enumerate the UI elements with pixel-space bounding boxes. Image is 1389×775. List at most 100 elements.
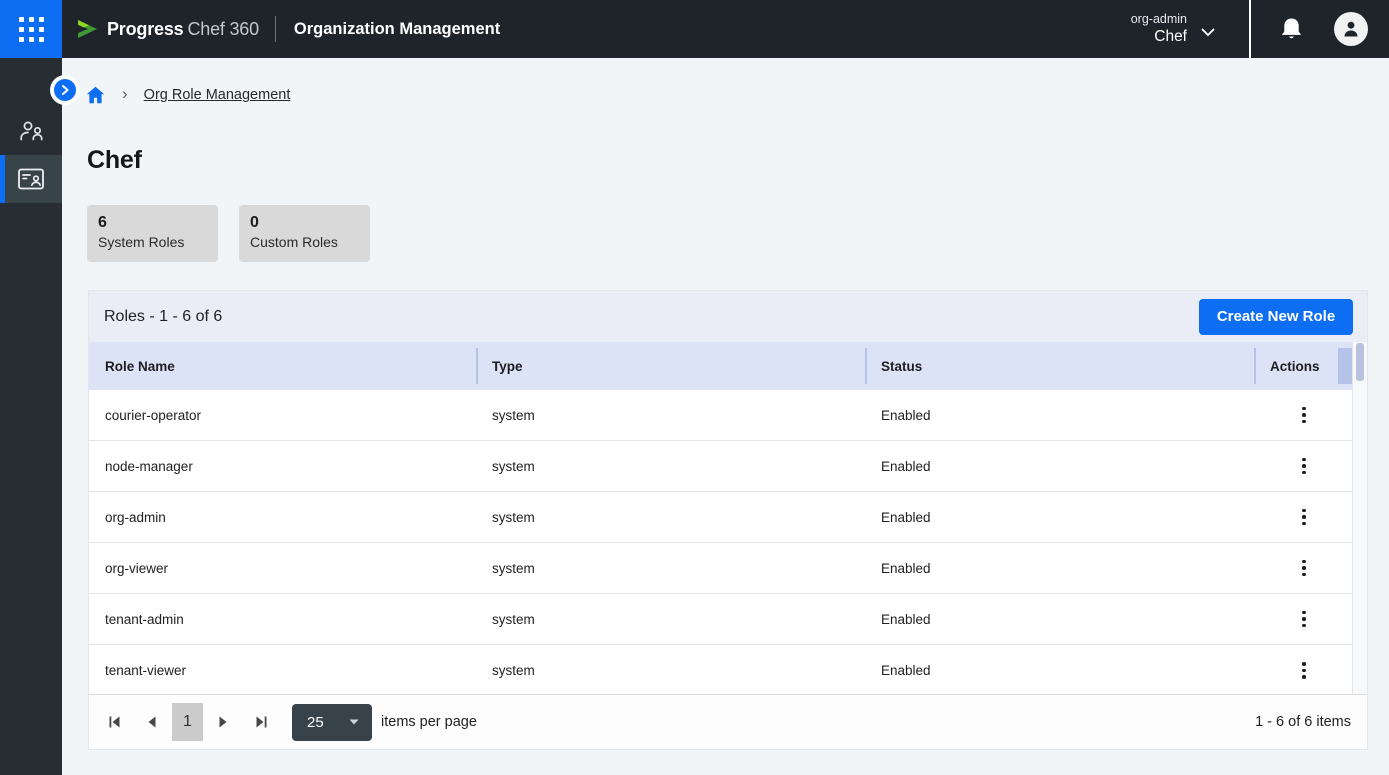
breadcrumb-separator-icon: › [122, 84, 128, 104]
sidebar-item-users[interactable] [0, 107, 62, 155]
topbar-divider [275, 16, 276, 42]
current-page-button[interactable]: 1 [172, 703, 203, 741]
column-header-role-name[interactable]: Role Name [89, 342, 476, 390]
cell-role-name: org-viewer [89, 543, 476, 593]
next-page-icon [219, 716, 227, 728]
chevron-right-icon [60, 85, 70, 95]
cell-status: Enabled [865, 594, 1254, 644]
table-title: Roles - 1 - 6 of 6 [104, 308, 222, 326]
row-actions-button[interactable] [1254, 594, 1354, 644]
main-content: › Org Role Management Chef 6 System Role… [62, 58, 1389, 775]
progress-chevron-icon [76, 17, 100, 41]
cell-status: Enabled [865, 441, 1254, 491]
kebab-icon [1302, 508, 1306, 527]
account-role: org-admin [1131, 12, 1187, 27]
app-launcher-button[interactable] [0, 0, 62, 58]
cell-role-name: org-admin [89, 492, 476, 542]
account-avatar[interactable] [1334, 12, 1368, 46]
system-roles-card: 6 System Roles [87, 205, 218, 262]
kebab-icon [1302, 559, 1306, 578]
account-org: Chef [1131, 27, 1187, 46]
items-per-page-label: items per page [381, 714, 477, 730]
breadcrumb-link-org-role-management[interactable]: Org Role Management [144, 87, 291, 103]
id-card-icon [17, 167, 45, 191]
cell-role-name: courier-operator [89, 390, 476, 440]
org-switcher-text: org-admin Chef [1131, 12, 1187, 46]
table-row: tenant-admin system Enabled [89, 594, 1354, 645]
product-name: Chef 360 [187, 19, 258, 40]
grid-dots-icon [19, 17, 44, 42]
bell-icon [1280, 17, 1303, 42]
custom-roles-count: 0 [250, 213, 359, 233]
table-row: node-manager system Enabled [89, 441, 1354, 492]
custom-roles-label: Custom Roles [250, 233, 359, 252]
table-row: org-admin system Enabled [89, 492, 1354, 543]
notifications-button[interactable] [1280, 17, 1303, 42]
page-size-value: 25 [307, 714, 324, 731]
system-roles-label: System Roles [98, 233, 207, 252]
next-page-button[interactable] [211, 710, 235, 734]
row-actions-button[interactable] [1254, 543, 1354, 593]
cell-type: system [476, 645, 865, 696]
table-row: org-viewer system Enabled [89, 543, 1354, 594]
table-header-row: Role Name Type Status Actions [89, 342, 1354, 390]
cell-role-name: node-manager [89, 441, 476, 491]
column-header-type[interactable]: Type [476, 342, 865, 390]
breadcrumb: › Org Role Management [86, 84, 290, 106]
chevron-down-icon [1201, 28, 1215, 37]
person-icon [1341, 19, 1361, 39]
table-row: tenant-viewer system Enabled [89, 645, 1354, 696]
previous-page-icon [148, 716, 156, 728]
table-body: courier-operator system Enabled node-man… [89, 390, 1354, 696]
cell-type: system [476, 390, 865, 440]
sidebar-expand-button[interactable] [54, 79, 76, 101]
pagination-bar: 1 25 items [89, 694, 1367, 749]
page-title: Chef [87, 146, 142, 175]
scrollbar-thumb[interactable] [1356, 343, 1364, 381]
cell-role-name: tenant-viewer [89, 645, 476, 696]
sidebar-nav [0, 58, 62, 775]
cell-status: Enabled [865, 543, 1254, 593]
page-size-select[interactable]: 25 [292, 704, 372, 741]
sidebar-item-org-roles[interactable] [0, 155, 62, 203]
custom-roles-card: 0 Custom Roles [239, 205, 370, 262]
users-icon [18, 119, 45, 144]
top-bar: Progress Chef 360 Organization Managemen… [0, 0, 1389, 58]
row-actions-button[interactable] [1254, 645, 1354, 696]
cell-status: Enabled [865, 390, 1254, 440]
cell-type: system [476, 492, 865, 542]
row-actions-button[interactable] [1254, 441, 1354, 491]
first-page-button[interactable] [102, 710, 126, 734]
topbar-right-divider [1249, 0, 1251, 58]
app-root: Progress Chef 360 Organization Managemen… [0, 0, 1389, 775]
stats-cards: 6 System Roles 0 Custom Roles [87, 205, 391, 262]
kebab-icon [1302, 457, 1306, 476]
cell-type: system [476, 543, 865, 593]
cell-status: Enabled [865, 492, 1254, 542]
app-title: Organization Management [294, 20, 500, 39]
cell-type: system [476, 441, 865, 491]
cell-type: system [476, 594, 865, 644]
home-icon[interactable] [86, 86, 105, 104]
table-toolbar: Roles - 1 - 6 of 6 Create New Role [89, 291, 1367, 342]
caret-down-icon [349, 719, 359, 725]
column-header-status[interactable]: Status [865, 342, 1254, 390]
roles-table-card: Roles - 1 - 6 of 6 Create New Role Role … [88, 290, 1368, 750]
first-page-icon [109, 716, 120, 728]
brand-logo: Progress Chef 360 [76, 17, 259, 41]
row-actions-button[interactable] [1254, 492, 1354, 542]
create-new-role-button[interactable]: Create New Role [1199, 299, 1353, 335]
kebab-icon [1302, 661, 1306, 680]
system-roles-count: 6 [98, 213, 207, 233]
cell-role-name: tenant-admin [89, 594, 476, 644]
row-actions-button[interactable] [1254, 390, 1354, 440]
kebab-icon [1302, 610, 1306, 629]
table-row: courier-operator system Enabled [89, 390, 1354, 441]
previous-page-button[interactable] [140, 710, 164, 734]
items-range-label: 1 - 6 of 6 items [1255, 714, 1351, 730]
org-switcher[interactable]: org-admin Chef [1131, 12, 1215, 46]
last-page-button[interactable] [249, 710, 273, 734]
kebab-icon [1302, 406, 1306, 425]
cell-status: Enabled [865, 645, 1254, 696]
table-scrollbar[interactable] [1352, 342, 1367, 694]
